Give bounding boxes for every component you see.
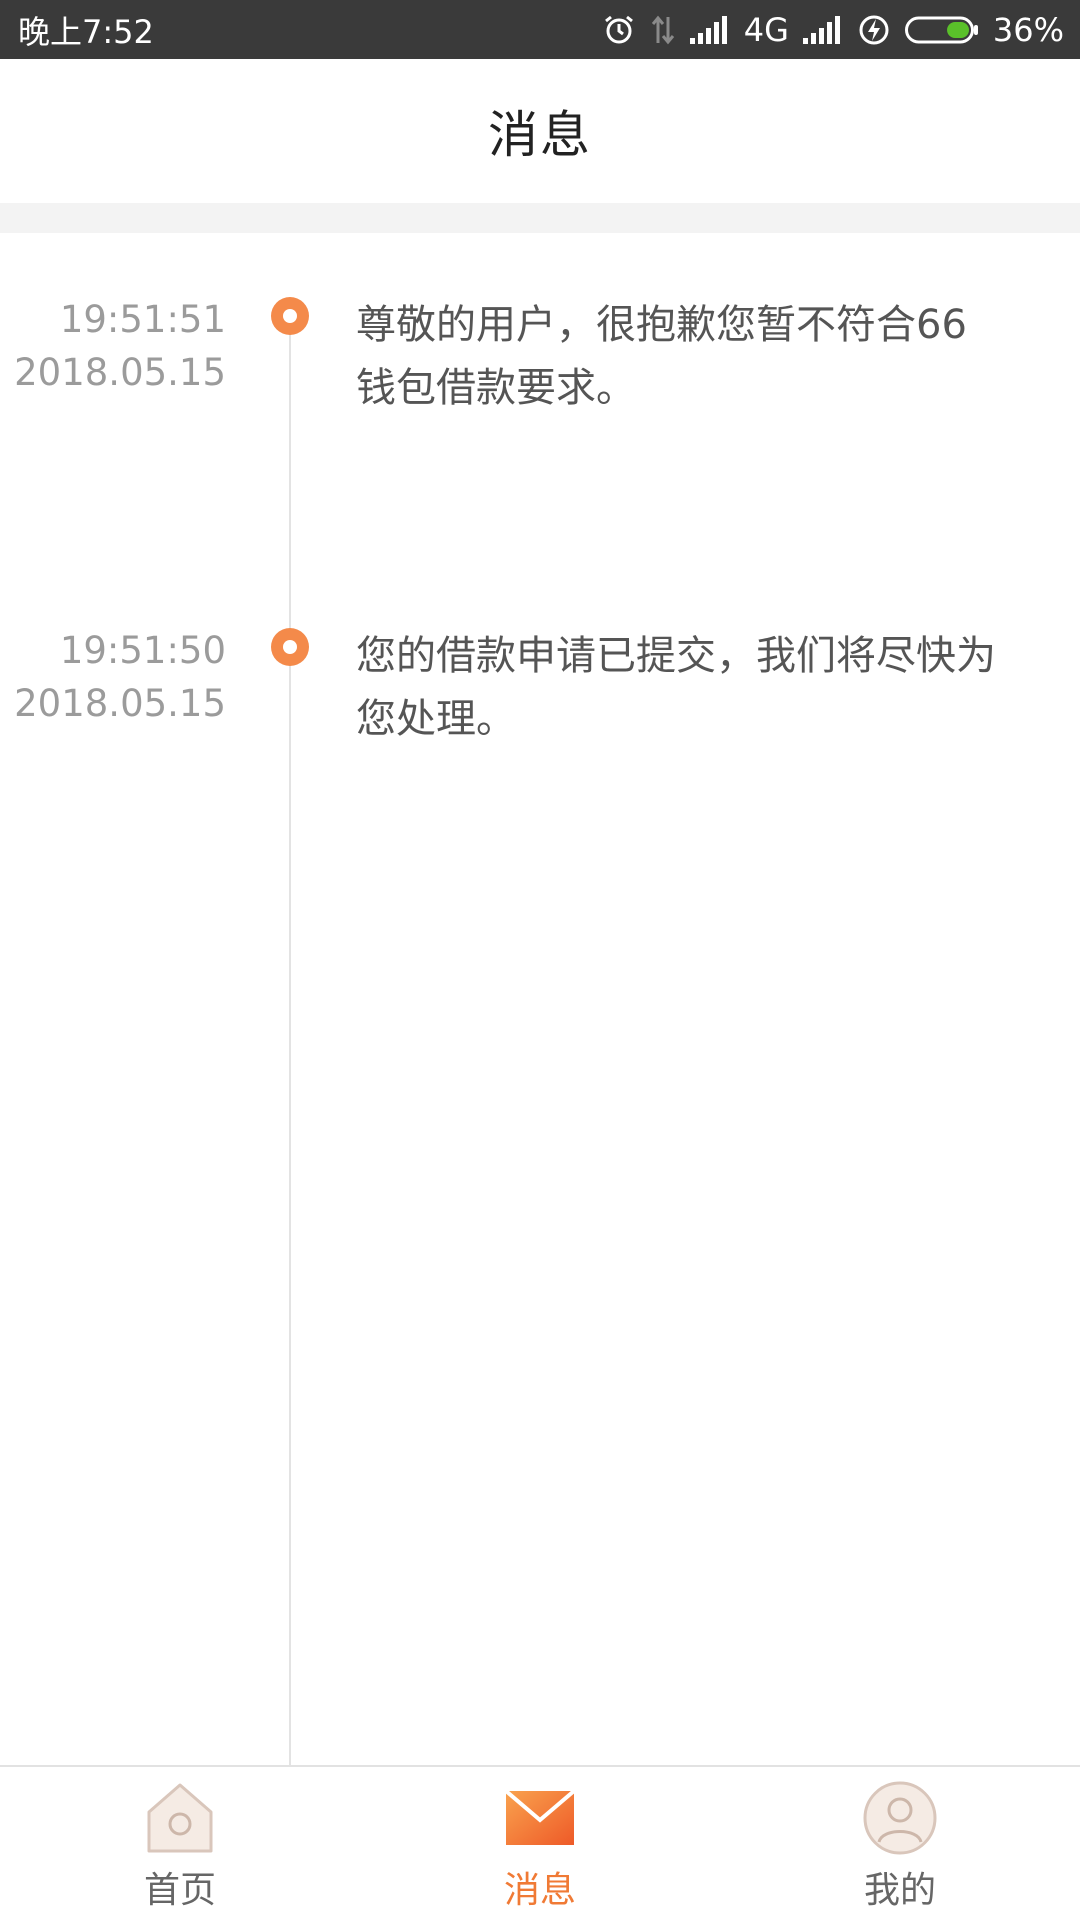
nav-item-home[interactable]: 首页 xyxy=(70,1767,290,1922)
header-divider xyxy=(0,203,1080,233)
battery-percent: 36% xyxy=(992,10,1064,49)
user-icon xyxy=(860,1781,940,1855)
timeline-dot xyxy=(271,628,309,666)
nav-item-profile[interactable]: 我的 xyxy=(790,1767,1010,1922)
network-type: 4G xyxy=(743,10,789,49)
timeline-line xyxy=(289,313,291,1765)
status-icons: 4G 36% xyxy=(602,11,1064,49)
mail-icon xyxy=(500,1781,580,1855)
nav-label-messages: 消息 xyxy=(503,1870,576,1911)
page-title: 消息 xyxy=(488,106,592,164)
message-time: 19:51:50 xyxy=(59,629,226,672)
message-text: 您的借款申请已提交，我们将尽快为您处理。 xyxy=(356,633,996,742)
signal-icon xyxy=(802,15,843,44)
status-time: 晚上7:52 xyxy=(18,12,154,51)
nav-label-profile: 我的 xyxy=(863,1870,936,1911)
status-bar: 晚上7:52 4G 36% xyxy=(0,0,1080,59)
signal-icon xyxy=(689,15,730,44)
home-icon xyxy=(140,1781,220,1855)
timeline-dot xyxy=(271,297,309,335)
message-timeline[interactable]: 19:51:51 2018.05.15 尊敬的用户，很抱歉您暂不符合66钱包借款… xyxy=(0,233,1080,1765)
battery-icon xyxy=(904,15,979,45)
charging-icon xyxy=(857,13,891,47)
message-date: 2018.05.15 xyxy=(14,682,226,725)
message-date: 2018.05.15 xyxy=(14,351,226,394)
header: 消息 xyxy=(0,59,1080,203)
bottom-nav: 首页 消息 我的 xyxy=(0,1765,1080,1920)
data-arrows-icon xyxy=(650,15,676,45)
message-text: 尊敬的用户，很抱歉您暂不符合66钱包借款要求。 xyxy=(356,302,967,411)
message-time: 19:51:51 xyxy=(59,298,226,341)
nav-item-messages[interactable]: 消息 xyxy=(430,1767,650,1922)
nav-label-home: 首页 xyxy=(143,1870,216,1911)
alarm-icon xyxy=(602,13,636,47)
